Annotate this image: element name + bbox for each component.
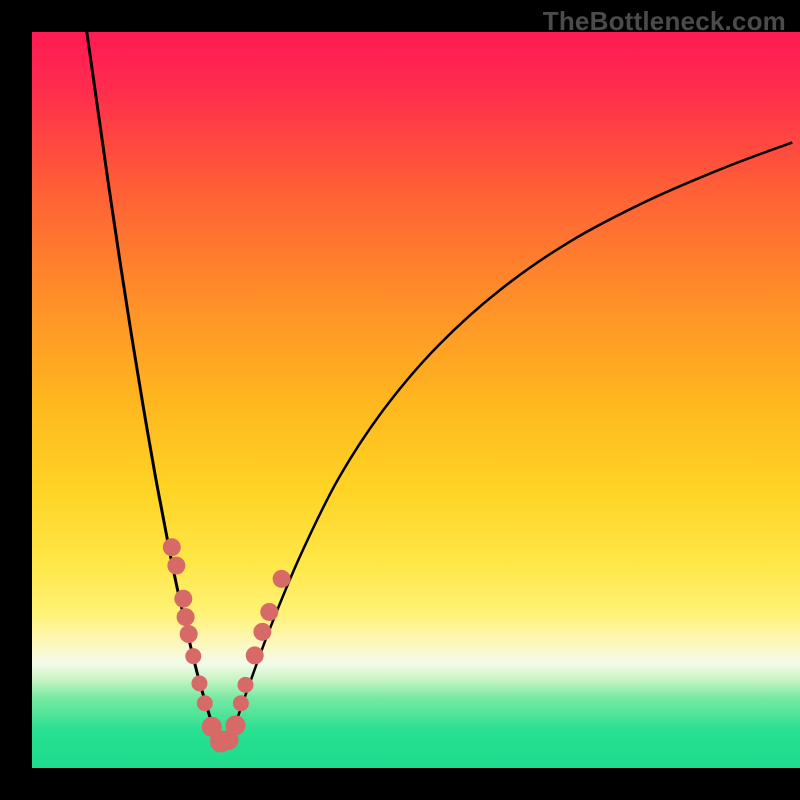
marker-bead: [273, 570, 291, 588]
marker-bead: [233, 695, 249, 711]
marker-bead: [197, 695, 213, 711]
marker-bead: [180, 625, 198, 643]
marker-bead: [174, 590, 192, 608]
marker-bead: [191, 675, 207, 691]
marker-bead: [177, 608, 195, 626]
marker-bead: [238, 677, 254, 693]
marker-bead: [167, 557, 185, 575]
gradient-background: [32, 32, 800, 768]
marker-bead: [246, 646, 264, 664]
bottleneck-chart: [0, 0, 800, 800]
watermark-text: TheBottleneck.com: [543, 6, 786, 37]
marker-bead: [163, 538, 181, 556]
marker-bead: [226, 715, 246, 735]
marker-bead: [260, 603, 278, 621]
marker-bead: [253, 623, 271, 641]
marker-bead: [185, 648, 201, 664]
chart-stage: TheBottleneck.com: [0, 0, 800, 800]
